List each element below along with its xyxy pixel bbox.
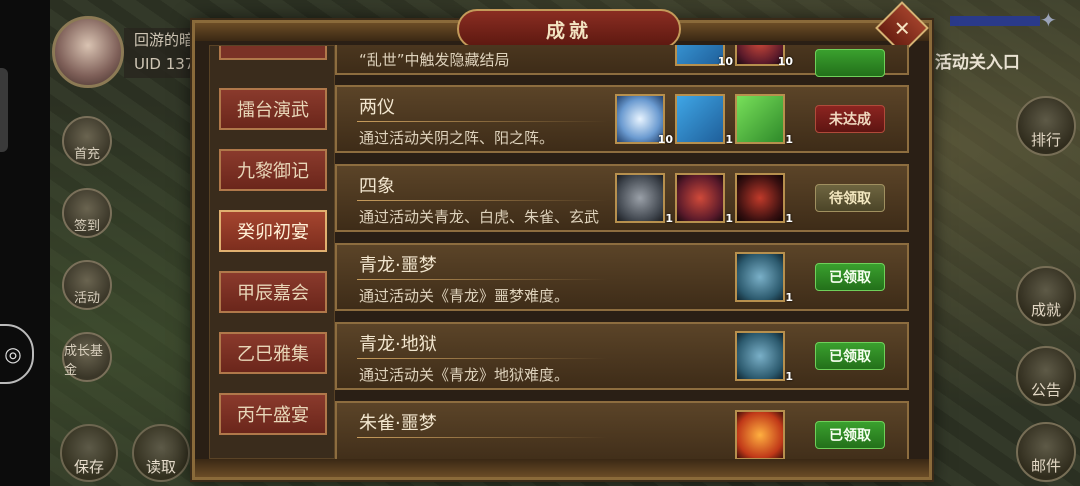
achievement-title: 朱雀·噩梦 [359, 413, 437, 434]
blue-book-icon[interactable]: 1 [675, 94, 733, 146]
achievement-row: 青龙·地狱 通过活动关《青龙》地狱难度。 1 已领取 [335, 322, 909, 390]
orb-icon[interactable]: 10 [675, 45, 733, 68]
status-badge: 已领取 [815, 421, 885, 449]
dragon-icon[interactable]: 1 [735, 252, 793, 304]
crystal-icon[interactable]: 10 [615, 94, 673, 146]
achievement-title: 四象 [359, 176, 395, 197]
growth-fund-button[interactable]: 成长基金 [62, 332, 112, 382]
achievement-row: 四象 通过活动关青龙、白虎、朱雀、玄武 1 1 1 待领取 [335, 164, 909, 232]
ranking-button[interactable]: 排行 [1016, 96, 1076, 156]
green-book-icon[interactable]: 1 [735, 94, 793, 146]
top-progress-bar [950, 16, 1040, 26]
category-list: 擂台演武 九黎御记 癸卯初宴 甲辰嘉会 乙巳雅集 丙午盛宴 [209, 45, 335, 459]
dialog-bottom-border [195, 459, 929, 477]
mail-button[interactable]: 邮件 [1016, 422, 1076, 482]
achievement-desc: “乱世”中触发隐藏结局 [359, 51, 510, 69]
player-avatar[interactable] [52, 16, 124, 88]
category-item[interactable]: 乙巳雅集 [219, 332, 327, 374]
achievement-row: 青龙·噩梦 通过活动关《青龙》噩梦难度。 1 已领取 [335, 243, 909, 311]
category-item[interactable]: 丙午盛宴 [219, 393, 327, 435]
achievement-desc: 通过活动关《青龙》噩梦难度。 [359, 287, 570, 305]
achievement-row: 朱雀·噩梦 已领取 [335, 401, 909, 459]
status-badge: 未达成 [815, 105, 885, 133]
first-charge-button[interactable]: 首充 [62, 116, 112, 166]
dialog-title: 成就 [545, 19, 592, 42]
achievement-title: 两仪 [359, 97, 395, 118]
category-item-active[interactable]: 癸卯初宴 [219, 210, 327, 252]
divider [357, 279, 607, 280]
achievement-desc: 通过活动关阴之阵、阳之阵。 [359, 129, 555, 147]
dragon-icon[interactable]: 1 [735, 331, 793, 383]
dark-armor-icon[interactable]: 1 [735, 173, 793, 225]
achievement-button[interactable]: 成就 [1016, 266, 1076, 326]
achievement-title: 青龙·噩梦 [359, 255, 437, 276]
divider [357, 437, 607, 438]
load-button[interactable]: 读取 [132, 424, 190, 482]
activity-button[interactable]: 活动 [62, 260, 112, 310]
divider [357, 121, 607, 122]
achievement-desc: 通过活动关青龙、白虎、朱雀、玄武 [359, 208, 600, 226]
achievement-title: 青龙·地狱 [359, 334, 437, 355]
claim-button[interactable]: 待领取 [815, 184, 885, 212]
category-item[interactable] [219, 46, 327, 60]
status-badge: 已领取 [815, 263, 885, 291]
armor-icon[interactable]: 1 [615, 173, 673, 225]
status-badge: 已领取 [815, 342, 885, 370]
achievement-dialog: 成就 ✕ 擂台演武 九黎御记 癸卯初宴 甲辰嘉会 乙巳雅集 丙午盛宴 “乱世”中… [192, 1, 932, 480]
achievement-row: 两仪 通过活动关阴之阵、阳之阵。 10 1 1 未达成 [335, 85, 909, 153]
achievement-list[interactable]: “乱世”中触发隐藏结局 10 10 两仪 通过活动关阴之阵、阳之阵。 10 1 … [335, 45, 911, 459]
divider [357, 200, 607, 201]
activity-entrance-banner[interactable]: 易 活动关入口 [912, 48, 1062, 78]
helmet-icon[interactable]: 10 [735, 45, 793, 68]
bird-icon: ✦ [1040, 8, 1057, 32]
achievement-row: “乱世”中触发隐藏结局 10 10 [335, 45, 909, 77]
achievement-desc: 通过活动关《青龙》地狱难度。 [359, 366, 570, 384]
phoenix-icon[interactable] [735, 410, 785, 459]
category-item[interactable]: 擂台演武 [219, 88, 327, 130]
divider [357, 358, 607, 359]
close-icon: ✕ [893, 15, 911, 40]
notice-button[interactable]: 公告 [1016, 346, 1076, 406]
edge-handle[interactable] [0, 68, 8, 152]
sign-in-button[interactable]: 签到 [62, 188, 112, 238]
red-armor-icon[interactable]: 1 [675, 173, 733, 225]
dialog-title-plate: 成就 [457, 9, 681, 49]
category-item[interactable]: 甲辰嘉会 [219, 271, 327, 313]
category-item[interactable]: 九黎御记 [219, 149, 327, 191]
status-badge [815, 49, 885, 77]
save-button[interactable]: 保存 [60, 424, 118, 482]
